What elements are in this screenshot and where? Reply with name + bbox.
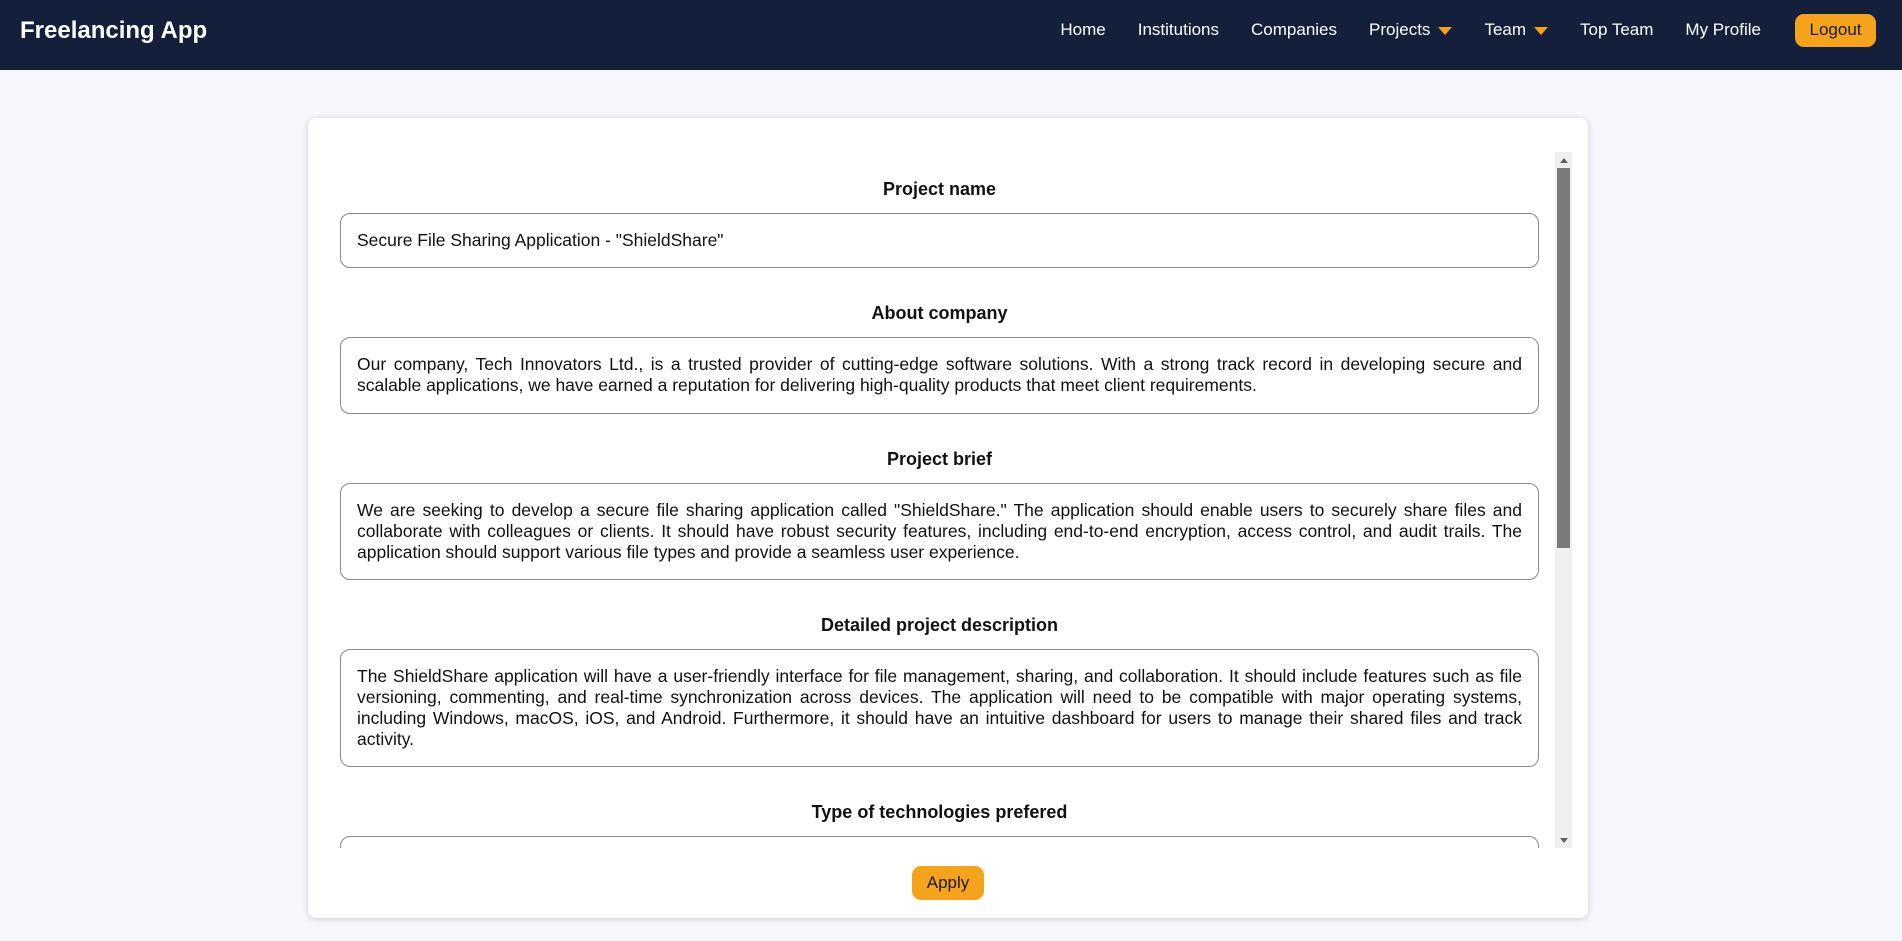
project-brief-value: We are seeking to develop a secure file … bbox=[340, 483, 1539, 580]
about-company-value: Our company, Tech Innovators Ltd., is a … bbox=[340, 337, 1539, 414]
field-label: Project name bbox=[882, 179, 997, 199]
nav-companies-label: Companies bbox=[1251, 20, 1338, 39]
field-label: About company bbox=[871, 303, 1008, 323]
nav-my-profile-label: My Profile bbox=[1685, 20, 1761, 39]
nav-projects-label: Projects bbox=[1369, 20, 1431, 39]
app-brand[interactable]: Freelancing App bbox=[20, 17, 207, 45]
logout-button[interactable]: Logout bbox=[1795, 13, 1876, 47]
nav-top-team[interactable]: Top Team bbox=[1580, 20, 1653, 40]
nav-companies[interactable]: Companies bbox=[1251, 20, 1337, 40]
arrow-up-icon bbox=[1559, 157, 1568, 163]
nav-institutions-label: Institutions bbox=[1137, 20, 1220, 39]
scrollbar-thumb[interactable] bbox=[1557, 168, 1570, 548]
arrow-down-icon bbox=[1559, 837, 1568, 843]
nav-top-team-label: Top Team bbox=[1580, 20, 1654, 39]
field-about-company: About company Our company, Tech Innovato… bbox=[340, 302, 1539, 414]
field-label: Project brief bbox=[886, 449, 993, 469]
nav-projects-dropdown[interactable]: Projects bbox=[1369, 20, 1453, 40]
nav-team-dropdown[interactable]: Team bbox=[1484, 20, 1549, 40]
project-name-value: Secure File Sharing Application - "Shiel… bbox=[340, 213, 1539, 268]
caret-down-icon bbox=[1438, 27, 1453, 35]
nav-institutions[interactable]: Institutions bbox=[1138, 20, 1219, 40]
project-details-scroll-area[interactable]: Project name Secure File Sharing Applica… bbox=[340, 152, 1572, 848]
nav-my-profile[interactable]: My Profile bbox=[1685, 20, 1761, 40]
field-technologies: Type of technologies prefered bbox=[340, 801, 1539, 848]
nav-team-label: Team bbox=[1484, 20, 1527, 39]
vertical-scrollbar[interactable] bbox=[1555, 152, 1572, 848]
project-card: Project name Secure File Sharing Applica… bbox=[308, 118, 1588, 918]
field-project-brief: Project brief We are seeking to develop … bbox=[340, 448, 1539, 580]
field-detailed-description: Detailed project description The ShieldS… bbox=[340, 614, 1539, 767]
scroll-up-button[interactable] bbox=[1555, 152, 1572, 168]
field-label: Detailed project description bbox=[820, 615, 1059, 635]
field-project-name: Project name Secure File Sharing Applica… bbox=[340, 178, 1539, 268]
caret-down-icon bbox=[1534, 27, 1549, 35]
field-label: Type of technologies prefered bbox=[811, 802, 1068, 822]
detailed-description-value: The ShieldShare application will have a … bbox=[340, 649, 1539, 767]
top-navbar: Freelancing App Home Institutions Compan… bbox=[0, 0, 1902, 70]
nav-home[interactable]: Home bbox=[1060, 20, 1105, 40]
nav-home-label: Home bbox=[1060, 20, 1106, 39]
nav-links: Home Institutions Companies Projects Tea… bbox=[1060, 13, 1876, 47]
apply-button[interactable]: Apply bbox=[912, 866, 984, 900]
technologies-value bbox=[340, 836, 1539, 848]
scroll-down-button[interactable] bbox=[1555, 832, 1572, 848]
